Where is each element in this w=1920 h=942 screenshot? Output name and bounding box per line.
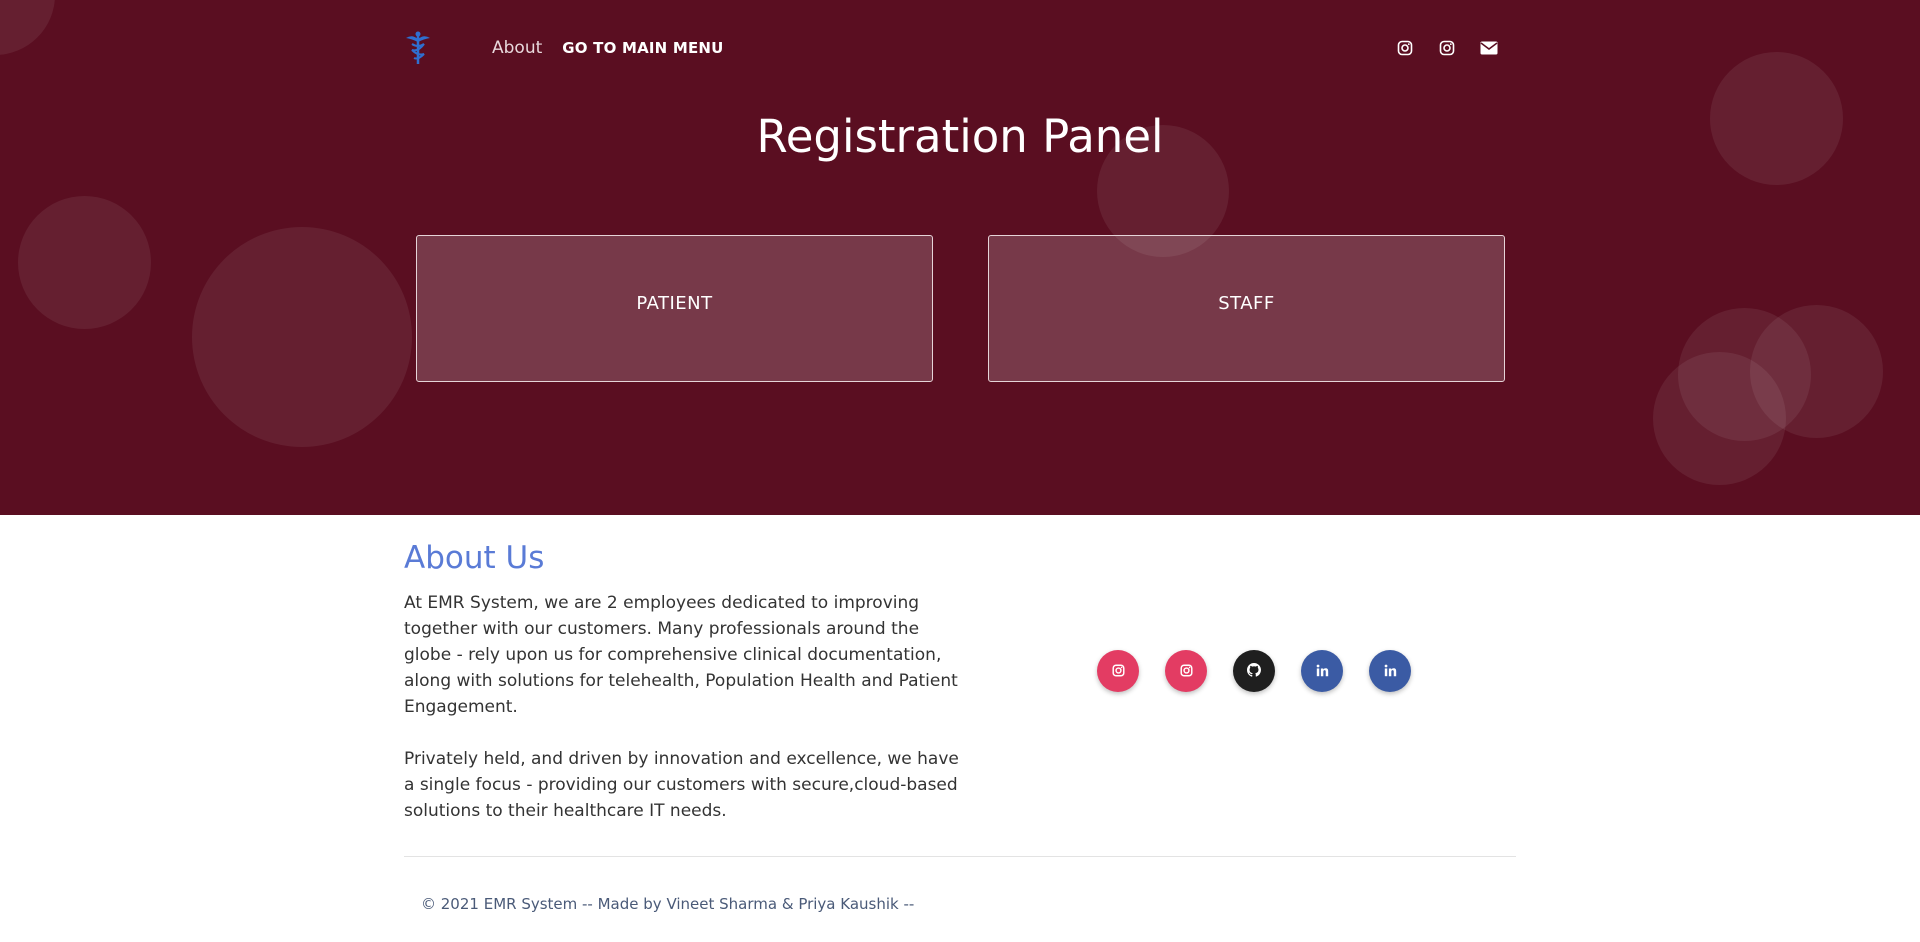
linkedin-icon xyxy=(1316,662,1329,681)
envelope-icon[interactable] xyxy=(1478,37,1500,59)
decorative-bubble xyxy=(192,227,412,447)
social-links xyxy=(1097,650,1411,692)
nav-about-link[interactable]: About xyxy=(492,38,542,58)
patient-card-button[interactable]: PATIENT xyxy=(416,235,933,382)
decorative-bubble xyxy=(1653,352,1786,485)
hero-section: About GO TO MAIN MENU Registration Panel… xyxy=(0,0,1920,515)
about-paragraph-2: Privately held, and driven by innovation… xyxy=(404,749,959,821)
linkedin-icon xyxy=(1384,662,1397,681)
about-paragraph-1: At EMR System, we are 2 employees dedica… xyxy=(404,593,958,717)
footer: © 2021 EMR System -- Made by Vineet Shar… xyxy=(421,895,914,913)
decorative-bubble xyxy=(18,196,151,329)
footer-divider xyxy=(404,856,1516,857)
staff-card-button[interactable]: STAFF xyxy=(988,235,1505,382)
instagram-link-button[interactable] xyxy=(1097,650,1139,692)
footer-author-link-1[interactable]: Vineet Sharma xyxy=(666,895,777,913)
footer-suffix: -- xyxy=(898,895,915,913)
instagram-link-button[interactable] xyxy=(1165,650,1207,692)
caduceus-icon[interactable] xyxy=(404,30,432,66)
github-icon xyxy=(1247,662,1261,681)
page-title: Registration Panel xyxy=(756,110,1164,163)
instagram-icon xyxy=(1111,662,1125,681)
linkedin-link-button[interactable] xyxy=(1369,650,1411,692)
instagram-icon[interactable] xyxy=(1394,37,1416,59)
nav-social-icons xyxy=(1394,37,1516,59)
github-link-button[interactable] xyxy=(1233,650,1275,692)
about-section: About Us At EMR System, we are 2 employe… xyxy=(404,540,964,850)
instagram-icon[interactable] xyxy=(1436,37,1458,59)
patient-card-label: PATIENT xyxy=(636,293,713,314)
nav-main-menu-link[interactable]: GO TO MAIN MENU xyxy=(562,39,723,57)
instagram-icon xyxy=(1179,662,1193,681)
about-heading: About Us xyxy=(404,540,545,576)
top-nav: About GO TO MAIN MENU xyxy=(404,28,1516,68)
linkedin-link-button[interactable] xyxy=(1301,650,1343,692)
footer-author-link-2[interactable]: Priya Kaushik xyxy=(798,895,898,913)
footer-ampersand: & xyxy=(777,895,799,913)
footer-copyright: © 2021 EMR System -- Made by xyxy=(421,895,667,913)
staff-card-label: STAFF xyxy=(1218,293,1275,314)
decorative-bubble xyxy=(0,0,55,55)
